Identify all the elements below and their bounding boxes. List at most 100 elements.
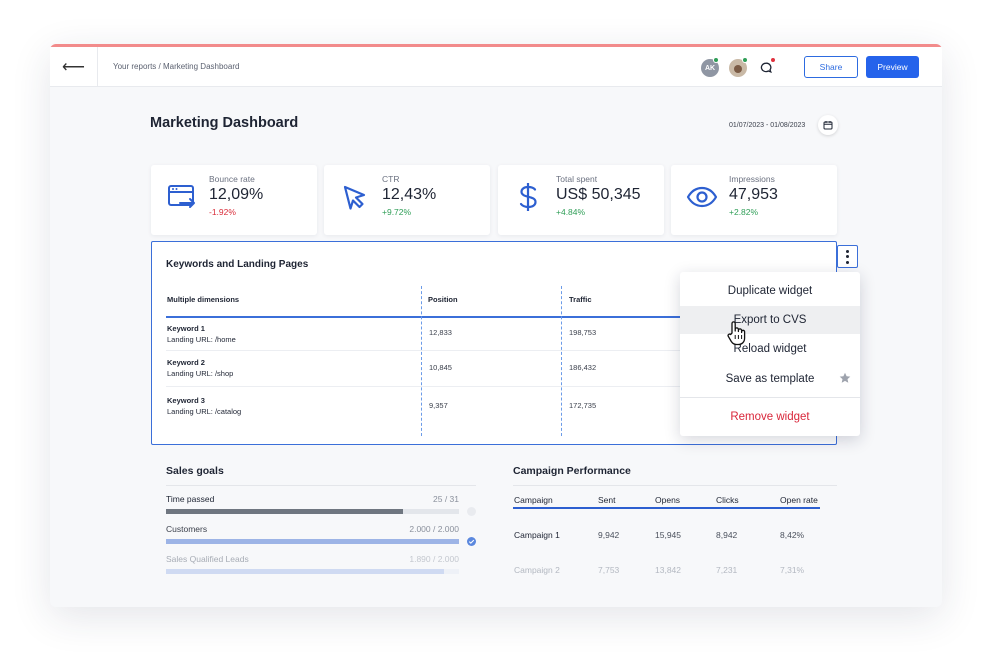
goal-label: Sales Qualified Leads [166,554,249,564]
kpi-card-bounce-rate[interactable]: Bounce rate 12,09% -1.92% [151,165,317,235]
widget-title: Keywords and Landing Pages [166,259,309,270]
header-divider [166,316,681,318]
kpi-label: Impressions [729,174,775,184]
kpi-card-impressions[interactable]: Impressions 47,953 +2.82% [671,165,837,235]
table-cell: 7,31% [780,565,805,575]
kpi-label: Total spent [556,174,598,184]
kpi-value: 12,43% [382,186,437,203]
calendar-icon[interactable] [818,115,838,135]
menu-item-label: Save as template [725,373,815,385]
remove-widget-menu-item[interactable]: Remove widget [680,403,860,431]
kpi-change: -1.92% [209,207,236,217]
goal-progress-fill [166,509,404,514]
cursor-arrow-icon [339,181,371,213]
goal-progress-bar [166,509,459,514]
goal-progress-fill [166,569,445,574]
column-divider [561,286,562,436]
goal-progress-fill [166,539,459,544]
goal-progress-bar [166,569,459,574]
landing-url: Landing URL: /shop [167,369,234,378]
online-status-dot-2 [742,57,748,63]
goal-value: 1.890 / 2.000 [409,554,459,564]
completed-check-icon [467,537,476,546]
column-header[interactable]: Position [428,295,458,304]
table-row[interactable]: Keyword 1 Landing URL: /home [167,323,236,345]
goal-value: 2.000 / 2.000 [409,524,459,534]
goal-label: Time passed [166,494,215,504]
keyword-name: Keyword 1 [167,324,205,333]
keyword-name: Keyword 2 [167,358,205,367]
goal-progress-bar [166,539,459,544]
dollar-icon [513,181,545,213]
column-header[interactable]: Clicks [716,495,739,505]
row-divider [166,350,681,351]
star-icon [839,372,851,384]
kpi-value: 12,09% [209,186,264,203]
table-cell: 9,942 [598,530,620,540]
avatar-initials: AK [704,64,716,72]
hand-pointer-icon [726,320,748,346]
landing-url: Landing URL: /home [167,335,236,344]
header-divider [513,507,820,509]
kpi-label: CTR [382,174,400,184]
row-divider [166,386,681,387]
export-csv-menu-item[interactable]: Export to CVS [680,306,860,334]
top-bar: ⟵ Your reports / Marketing Dashboard AK … [50,47,942,87]
kpi-value: US$ 50,345 [556,186,641,203]
kpi-change: +2.82% [729,207,759,217]
goal-value: 25 / 31 [433,494,459,504]
duplicate-widget-menu-item[interactable]: Duplicate widget [680,277,860,305]
traffic-cell: 198,753 [569,328,597,337]
campaign-name[interactable]: Campaign 1 [514,530,560,540]
kpi-card-total-spent[interactable]: Total spent US$ 50,345 +4.84% [498,165,664,235]
eye-icon [686,181,718,213]
traffic-cell: 186,432 [569,363,597,372]
online-status-dot [713,57,719,63]
table-cell: 7,753 [598,565,620,575]
position-cell: 12,833 [429,328,452,337]
menu-divider [680,397,860,398]
app-window: ⟵ Your reports / Marketing Dashboard AK … [50,44,942,607]
table-cell: 15,945 [655,530,681,540]
column-header[interactable]: Opens [655,495,680,505]
date-range[interactable]: 01/07/2023 - 01/08/2023 [729,122,805,129]
kpi-card-ctr[interactable]: CTR 12,43% +9.72% [324,165,490,235]
widget-context-menu: Duplicate widget Export to CVS Reload wi… [680,272,860,436]
column-header[interactable]: Sent [598,495,616,505]
more-options-icon[interactable] [837,245,858,268]
title-divider [166,485,476,486]
page-title: Marketing Dashboard [150,115,299,131]
preview-button[interactable]: Preview [866,56,919,78]
pending-check-icon [467,507,476,516]
traffic-cell: 172,735 [569,401,597,410]
table-cell: 8,42% [780,530,805,540]
table-row[interactable]: Keyword 2 Landing URL: /shop [167,357,233,379]
sales-goals-widget[interactable]: Sales goals Time passed 25 / 31 Customer… [151,459,481,607]
table-cell: 7,231 [716,565,738,575]
column-header[interactable]: Multiple dimensions [167,295,239,304]
reload-widget-menu-item[interactable]: Reload widget [680,335,860,363]
back-arrow-icon[interactable]: ⟵ [50,47,98,87]
breadcrumb[interactable]: Your reports / Marketing Dashboard [113,62,239,71]
campaign-performance-widget[interactable]: Campaign Performance Campaign Sent Opens… [497,459,837,607]
share-button[interactable]: Share [804,56,858,78]
kpi-value: 47,953 [729,186,778,203]
title-divider [513,485,837,486]
position-cell: 9,357 [429,401,448,410]
campaign-name[interactable]: Campaign 2 [514,565,560,575]
save-as-template-menu-item[interactable]: Save as template [680,365,860,393]
keyword-name: Keyword 3 [167,396,205,405]
widget-title: Campaign Performance [513,465,631,477]
goal-label: Customers [166,524,208,534]
table-cell: 13,842 [655,565,681,575]
column-divider [421,286,422,436]
column-header[interactable]: Campaign [514,495,553,505]
kpi-change: +9.72% [382,207,412,217]
column-header[interactable]: Traffic [569,295,592,304]
column-header[interactable]: Open rate [780,495,818,505]
landing-url: Landing URL: /catalog [167,407,242,416]
table-row[interactable]: Keyword 3 Landing URL: /catalog [167,395,241,417]
kpi-change: +4.84% [556,207,586,217]
kpi-label: Bounce rate [209,174,255,184]
widget-title: Sales goals [166,465,224,477]
